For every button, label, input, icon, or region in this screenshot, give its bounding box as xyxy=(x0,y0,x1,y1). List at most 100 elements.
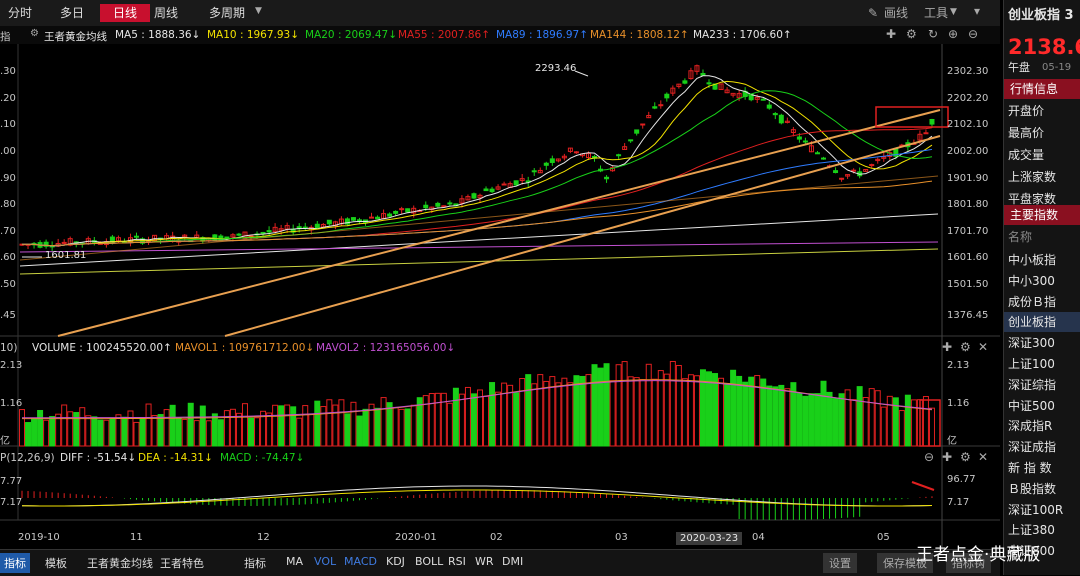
price-tick-right: 1701.70 xyxy=(947,226,989,237)
volume-bar xyxy=(272,404,279,447)
indicator-item[interactable]: DMI xyxy=(502,555,523,568)
volume-bar xyxy=(302,405,309,447)
volume-bar xyxy=(235,412,242,447)
indicator-toolbar: 指标 模板 王者黄金均线 王者特色 指标 MA VOL MACD KDJ BOLL RSI WR DM… xyxy=(0,549,1000,576)
tab-multiperiod[interactable]: 多周期 xyxy=(203,4,251,22)
chevron-down-icon[interactable]: ▼ xyxy=(950,7,957,17)
candle-body xyxy=(549,158,555,163)
volume-bar xyxy=(103,419,110,447)
gear-icon[interactable]: ⚙ xyxy=(30,28,39,39)
zoom-out-icon[interactable]: ⊖ xyxy=(968,27,978,41)
draw-line-button[interactable]: 画线 xyxy=(878,4,914,22)
candle-body xyxy=(224,236,230,239)
tab-weekly[interactable]: 周线 xyxy=(148,4,184,22)
crosshair-icon[interactable]: ✚ xyxy=(942,450,952,464)
candle-body xyxy=(814,152,820,155)
zoom-in-icon[interactable]: ⊕ xyxy=(948,27,958,41)
section-main-indices[interactable]: 主要指数 xyxy=(1004,205,1080,225)
index-list-item[interactable]: Ｂ股指数 xyxy=(1008,479,1080,499)
close-icon[interactable]: ✕ xyxy=(978,340,988,354)
indicator-item[interactable]: WR xyxy=(475,555,494,568)
index-list-item[interactable]: 成份Ｂ指 xyxy=(1008,292,1080,312)
refresh-icon[interactable]: ↻ xyxy=(928,27,938,41)
index-list-item[interactable]: 深成指R xyxy=(1008,416,1080,436)
indicator-item[interactable]: VOL xyxy=(314,555,336,568)
volume-bar xyxy=(422,395,429,447)
tab-multiday[interactable]: 多日 xyxy=(54,4,90,22)
gear-icon[interactable]: ⚙ xyxy=(960,450,971,464)
collapse-icon[interactable]: ▾ xyxy=(974,4,980,18)
gear-icon[interactable]: ⚙ xyxy=(906,27,917,41)
indicator-item[interactable]: 模板 xyxy=(45,555,67,571)
index-list-item[interactable]: 深证300 xyxy=(1008,333,1080,353)
index-list-item[interactable]: 深证成指 xyxy=(1008,437,1080,457)
volume-bar xyxy=(326,399,333,447)
index-list-item[interactable]: 新 指 数 xyxy=(1008,458,1080,478)
indicator-item[interactable]: MACD xyxy=(344,555,377,568)
trend-line xyxy=(224,135,941,337)
index-list-item[interactable]: 深证综指 xyxy=(1008,375,1080,395)
settings-button[interactable]: 设置 xyxy=(823,553,857,573)
candle-body xyxy=(134,235,139,238)
volume-bar xyxy=(748,376,755,447)
candlestick-chart[interactable] xyxy=(0,44,1000,549)
index-list-item[interactable]: 上证380 xyxy=(1008,520,1080,540)
index-list-item[interactable]: 上证100 xyxy=(1008,354,1080,374)
macd-prefix: P(12,26,9) xyxy=(0,452,55,464)
volume-bar xyxy=(284,404,291,447)
volume-bar xyxy=(109,418,116,447)
ma-value: MA233 : 1706.60↑ xyxy=(693,29,792,41)
indicator-item[interactable]: MA xyxy=(286,555,303,568)
indicator-item[interactable]: 王者特色 xyxy=(160,555,204,571)
indicator-item[interactable]: BOLL xyxy=(415,555,443,568)
indicator-tab[interactable]: 指标 xyxy=(0,553,30,573)
section-quote-info[interactable]: 行情信息 xyxy=(1004,79,1080,99)
quote-info-item[interactable]: 开盘价 xyxy=(1008,101,1080,121)
tab-intraday[interactable]: 分时 xyxy=(2,4,38,22)
volume-bar xyxy=(543,380,550,447)
index-list-item[interactable]: 深证100R xyxy=(1008,500,1080,520)
quote-info-item[interactable]: 成交量 xyxy=(1008,145,1080,165)
index-list-item[interactable]: 中小300 xyxy=(1008,271,1080,291)
volume-bar xyxy=(886,395,893,447)
candle-body xyxy=(640,123,646,126)
volume-bar xyxy=(211,413,218,447)
candle-body xyxy=(923,132,929,135)
time-tick: 03 xyxy=(615,532,628,543)
tab-daily[interactable]: 日线 xyxy=(100,4,150,22)
volume-bar xyxy=(772,386,779,447)
price-tick-right: 2002.00 xyxy=(947,146,989,157)
volume-bar xyxy=(904,394,911,447)
volume-value: MAVOL2 : 123165056.00↓ xyxy=(316,342,456,354)
volume-bar xyxy=(826,391,833,447)
crosshair-icon[interactable]: ✚ xyxy=(886,27,896,41)
candle-body xyxy=(634,129,640,134)
pencil-icon[interactable]: ✎ xyxy=(868,6,878,20)
quote-info-item[interactable]: 上涨家数 xyxy=(1008,167,1080,187)
volume-bar xyxy=(633,377,640,447)
index-list-item[interactable]: 创业板指 xyxy=(1004,312,1080,333)
volume-bar xyxy=(778,384,785,447)
candle-body xyxy=(796,136,802,140)
volume-bar xyxy=(229,408,236,447)
tools-menu-button[interactable]: 工具 xyxy=(918,4,954,22)
gear-icon[interactable]: ⚙ xyxy=(960,340,971,354)
candle-body xyxy=(573,151,579,154)
indicator-item[interactable]: 指标 xyxy=(244,555,266,571)
index-list-item[interactable]: 中小板指 xyxy=(1008,250,1080,270)
volume-bar xyxy=(362,408,369,447)
volume-bar xyxy=(61,404,68,447)
candle-body xyxy=(423,204,429,209)
indicator-name[interactable]: 王者黄金均线 xyxy=(44,29,107,44)
collapse-icon[interactable]: ⊖ xyxy=(924,450,934,464)
indicator-item[interactable]: KDJ xyxy=(386,555,405,568)
crosshair-icon[interactable]: ✚ xyxy=(942,340,952,354)
ma-value: MA55 : 2007.86↑ xyxy=(398,29,491,41)
index-list-item[interactable]: 中证500 xyxy=(1008,396,1080,416)
chevron-down-icon[interactable]: ▼ xyxy=(255,6,262,16)
candle-body xyxy=(501,183,507,186)
indicator-item[interactable]: RSI xyxy=(448,555,466,568)
quote-info-item[interactable]: 最高价 xyxy=(1008,123,1080,143)
indicator-item[interactable]: 王者黄金均线 xyxy=(87,555,153,571)
close-icon[interactable]: ✕ xyxy=(978,450,988,464)
